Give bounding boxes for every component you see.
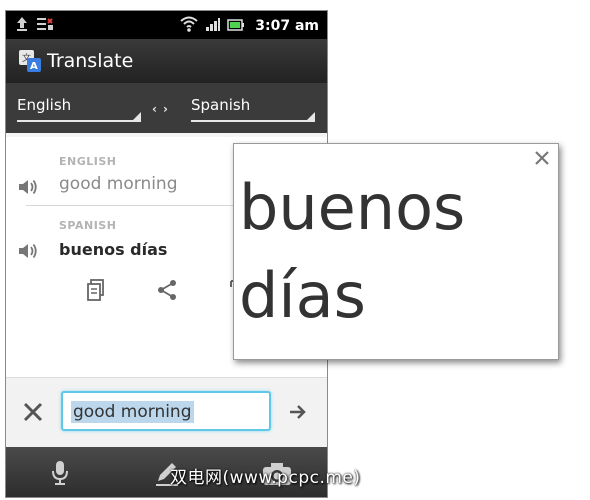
arrow-right-icon[interactable] [288, 402, 308, 422]
battery-icon [227, 17, 245, 36]
input-area: good morning [6, 377, 327, 447]
translated-text: buenos días [59, 240, 168, 259]
status-time: 3:07 am [255, 18, 319, 34]
dropdown-corner-icon [307, 112, 315, 120]
fullscreen-translation-text: buenos días [239, 171, 466, 332]
share-icon[interactable] [156, 278, 178, 302]
language-bar: English ‹› Spanish [6, 83, 327, 133]
copy-icon[interactable] [85, 278, 107, 302]
source-language-select[interactable]: English [17, 96, 141, 122]
signal-icon [205, 16, 221, 36]
upload-icon [16, 16, 28, 36]
input-selected-text: good morning [71, 401, 194, 423]
app-title-bar: 文 A Translate [6, 39, 327, 83]
svg-text:A: A [30, 61, 38, 72]
speaker-icon[interactable] [17, 241, 39, 261]
fullscreen-translation-popup: buenos días [233, 143, 559, 360]
target-language-label: Spanish [191, 96, 251, 114]
target-language-select[interactable]: Spanish [191, 96, 315, 122]
close-icon[interactable] [22, 401, 44, 423]
source-language-caption: ENGLISH [59, 155, 117, 168]
app-title: Translate [47, 50, 134, 72]
wifi-icon [179, 15, 199, 37]
status-bar: 3:07 am [6, 11, 327, 39]
speaker-icon[interactable] [17, 177, 39, 197]
microphone-icon[interactable] [48, 459, 72, 487]
dropdown-corner-icon [133, 112, 141, 120]
translate-app-icon: 文 A [18, 49, 42, 73]
swap-icon[interactable]: ‹› [152, 102, 174, 116]
watermark: 双电网(www.pcpc.me) [170, 468, 361, 488]
target-language-caption: SPANISH [59, 219, 117, 232]
source-language-label: English [17, 96, 72, 114]
source-text: good morning [59, 174, 178, 194]
translate-input[interactable]: good morning [61, 391, 271, 431]
notification-list-icon [36, 16, 54, 36]
